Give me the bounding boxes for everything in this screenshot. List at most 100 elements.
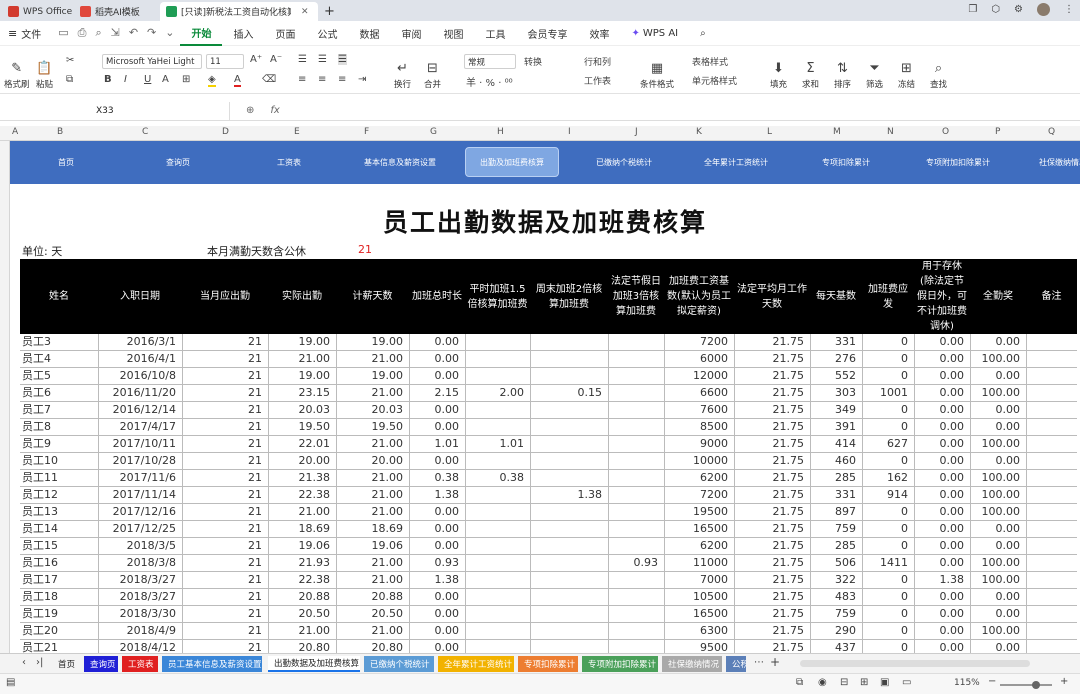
table-cell[interactable] — [1026, 538, 1071, 554]
table-cell[interactable]: 21.75 — [734, 521, 805, 537]
table-cell[interactable] — [608, 538, 658, 554]
table-cell[interactable]: 0.00 — [970, 368, 1021, 384]
table-cell[interactable]: 897 — [810, 504, 856, 520]
zoom-slider[interactable] — [1000, 681, 1052, 689]
table-cell[interactable]: 0.00 — [914, 623, 965, 639]
zoom-in-icon[interactable]: + — [1060, 676, 1068, 687]
column-letter[interactable]: D — [222, 127, 229, 137]
column-letter[interactable]: N — [887, 127, 894, 137]
table-cell[interactable] — [1026, 623, 1071, 639]
table-cell[interactable] — [465, 402, 524, 418]
table-cell[interactable]: 19.00 — [268, 368, 331, 384]
table-cell[interactable] — [1026, 334, 1071, 350]
table-cell[interactable]: 759 — [810, 606, 856, 622]
table-cell[interactable]: 21.75 — [734, 487, 805, 503]
align-top-icon[interactable]: ☰ — [298, 54, 307, 65]
restore-icon[interactable]: ❐ — [968, 4, 977, 15]
table-cell[interactable]: 21.00 — [336, 555, 404, 571]
table-cell[interactable]: 914 — [862, 487, 908, 503]
table-cell[interactable]: 0.00 — [914, 334, 965, 350]
table-cell[interactable]: 1411 — [862, 555, 908, 571]
table-cell[interactable] — [530, 589, 602, 605]
table-cell[interactable] — [465, 368, 524, 384]
column-letter[interactable]: P — [995, 127, 1000, 137]
table-cell[interactable]: 员工8 — [22, 419, 98, 435]
table-cell[interactable]: 员工4 — [22, 351, 98, 367]
table-cell[interactable]: 20.03 — [336, 402, 404, 418]
table-cell[interactable]: 21.75 — [734, 368, 805, 384]
cell-style-button[interactable]: 单元格样式 — [692, 74, 737, 87]
table-cell[interactable]: 21.93 — [268, 555, 331, 571]
table-cell[interactable]: 20.03 — [268, 402, 331, 418]
table-cell[interactable]: 0.00 — [409, 368, 460, 384]
table-cell[interactable]: 0.00 — [409, 589, 460, 605]
table-cell[interactable]: 0.00 — [914, 402, 965, 418]
column-letter[interactable]: Q — [1048, 127, 1055, 137]
table-cell[interactable]: 员工19 — [22, 606, 98, 622]
table-cell[interactable] — [608, 334, 658, 350]
column-letter[interactable]: F — [364, 127, 369, 137]
indent-icon[interactable]: ⇥ — [358, 74, 366, 85]
save-icon[interactable]: ▭ — [58, 26, 68, 40]
table-cell[interactable]: 1001 — [862, 385, 908, 401]
column-letter[interactable]: O — [942, 127, 949, 137]
column-letter[interactable]: E — [294, 127, 300, 137]
name-box[interactable]: X33 — [0, 101, 230, 120]
table-cell[interactable]: 10000 — [664, 453, 728, 469]
table-cell[interactable]: 21.00 — [336, 572, 404, 588]
filter-button[interactable]: ⏷ 筛选 — [866, 52, 883, 91]
table-cell[interactable]: 18.69 — [336, 521, 404, 537]
table-cell[interactable]: 12000 — [664, 368, 728, 384]
table-cell[interactable]: 0.00 — [970, 334, 1021, 350]
cond-format-button[interactable]: ▦ 条件格式 — [640, 52, 674, 91]
table-cell[interactable] — [1026, 606, 1071, 622]
align-left-icon[interactable]: ≡ — [298, 74, 306, 85]
zoom-level[interactable]: 115% — [954, 678, 980, 688]
dropdown-icon[interactable]: ⌄ — [165, 26, 174, 40]
table-cell[interactable]: 19.50 — [336, 419, 404, 435]
align-center-icon[interactable]: ≡ — [318, 74, 326, 85]
table-cell[interactable] — [465, 521, 524, 537]
table-cell[interactable]: 员工5 — [22, 368, 98, 384]
tab-template[interactable]: 稻壳AI模板 — [74, 2, 160, 21]
wrap-button[interactable]: ↵ 换行 — [394, 52, 411, 91]
table-cell[interactable] — [530, 521, 602, 537]
table-cell[interactable]: 7000 — [664, 572, 728, 588]
table-cell[interactable]: 21 — [182, 487, 262, 503]
table-cell[interactable]: 0.00 — [409, 453, 460, 469]
column-letter[interactable]: A — [12, 127, 18, 137]
table-cell[interactable]: 员工11 — [22, 470, 98, 486]
view-normal-icon[interactable]: ⧉ — [796, 677, 803, 688]
tab-wps-office[interactable]: WPS Office — [2, 2, 74, 21]
table-cell[interactable] — [530, 436, 602, 452]
table-cell[interactable] — [530, 538, 602, 554]
sheet-tab[interactable]: 专项扣除累计 — [518, 656, 578, 672]
table-cell[interactable] — [465, 487, 524, 503]
table-cell[interactable] — [608, 385, 658, 401]
table-cell[interactable] — [608, 623, 658, 639]
table-cell[interactable]: 0.38 — [409, 470, 460, 486]
table-cell[interactable]: 21.38 — [268, 470, 331, 486]
table-cell[interactable] — [1026, 589, 1071, 605]
align-right-icon[interactable]: ≡ — [338, 74, 346, 85]
table-cell[interactable]: 0 — [862, 402, 908, 418]
menu-home[interactable]: 开始 — [180, 21, 223, 46]
sort-button[interactable]: ⇅ 排序 — [834, 52, 851, 91]
table-cell[interactable] — [465, 623, 524, 639]
table-cell[interactable]: 19.00 — [336, 368, 404, 384]
table-cell[interactable]: 21.00 — [336, 436, 404, 452]
table-cell[interactable]: 0.00 — [970, 538, 1021, 554]
column-letter[interactable]: M — [833, 127, 841, 137]
last-sheet-icon[interactable]: ›| — [36, 657, 43, 668]
menu-review[interactable]: 审阅 — [390, 21, 432, 46]
table-cell[interactable]: 100.00 — [970, 572, 1021, 588]
table-cell[interactable]: 2016/12/14 — [98, 402, 176, 418]
table-style-button[interactable]: 表格样式 — [692, 55, 728, 68]
prev-sheet-icon[interactable]: ‹ — [22, 657, 26, 668]
nav-item[interactable]: 已缴纳个税统计 — [596, 141, 652, 184]
format-painter-button[interactable]: ✎ 格式刷 — [4, 52, 30, 91]
nav-item[interactable]: 社保缴纳情况 — [1039, 141, 1080, 184]
table-cell[interactable]: 0.00 — [409, 504, 460, 520]
table-cell[interactable]: 0.00 — [914, 606, 965, 622]
table-cell[interactable]: 2018/3/27 — [98, 589, 176, 605]
